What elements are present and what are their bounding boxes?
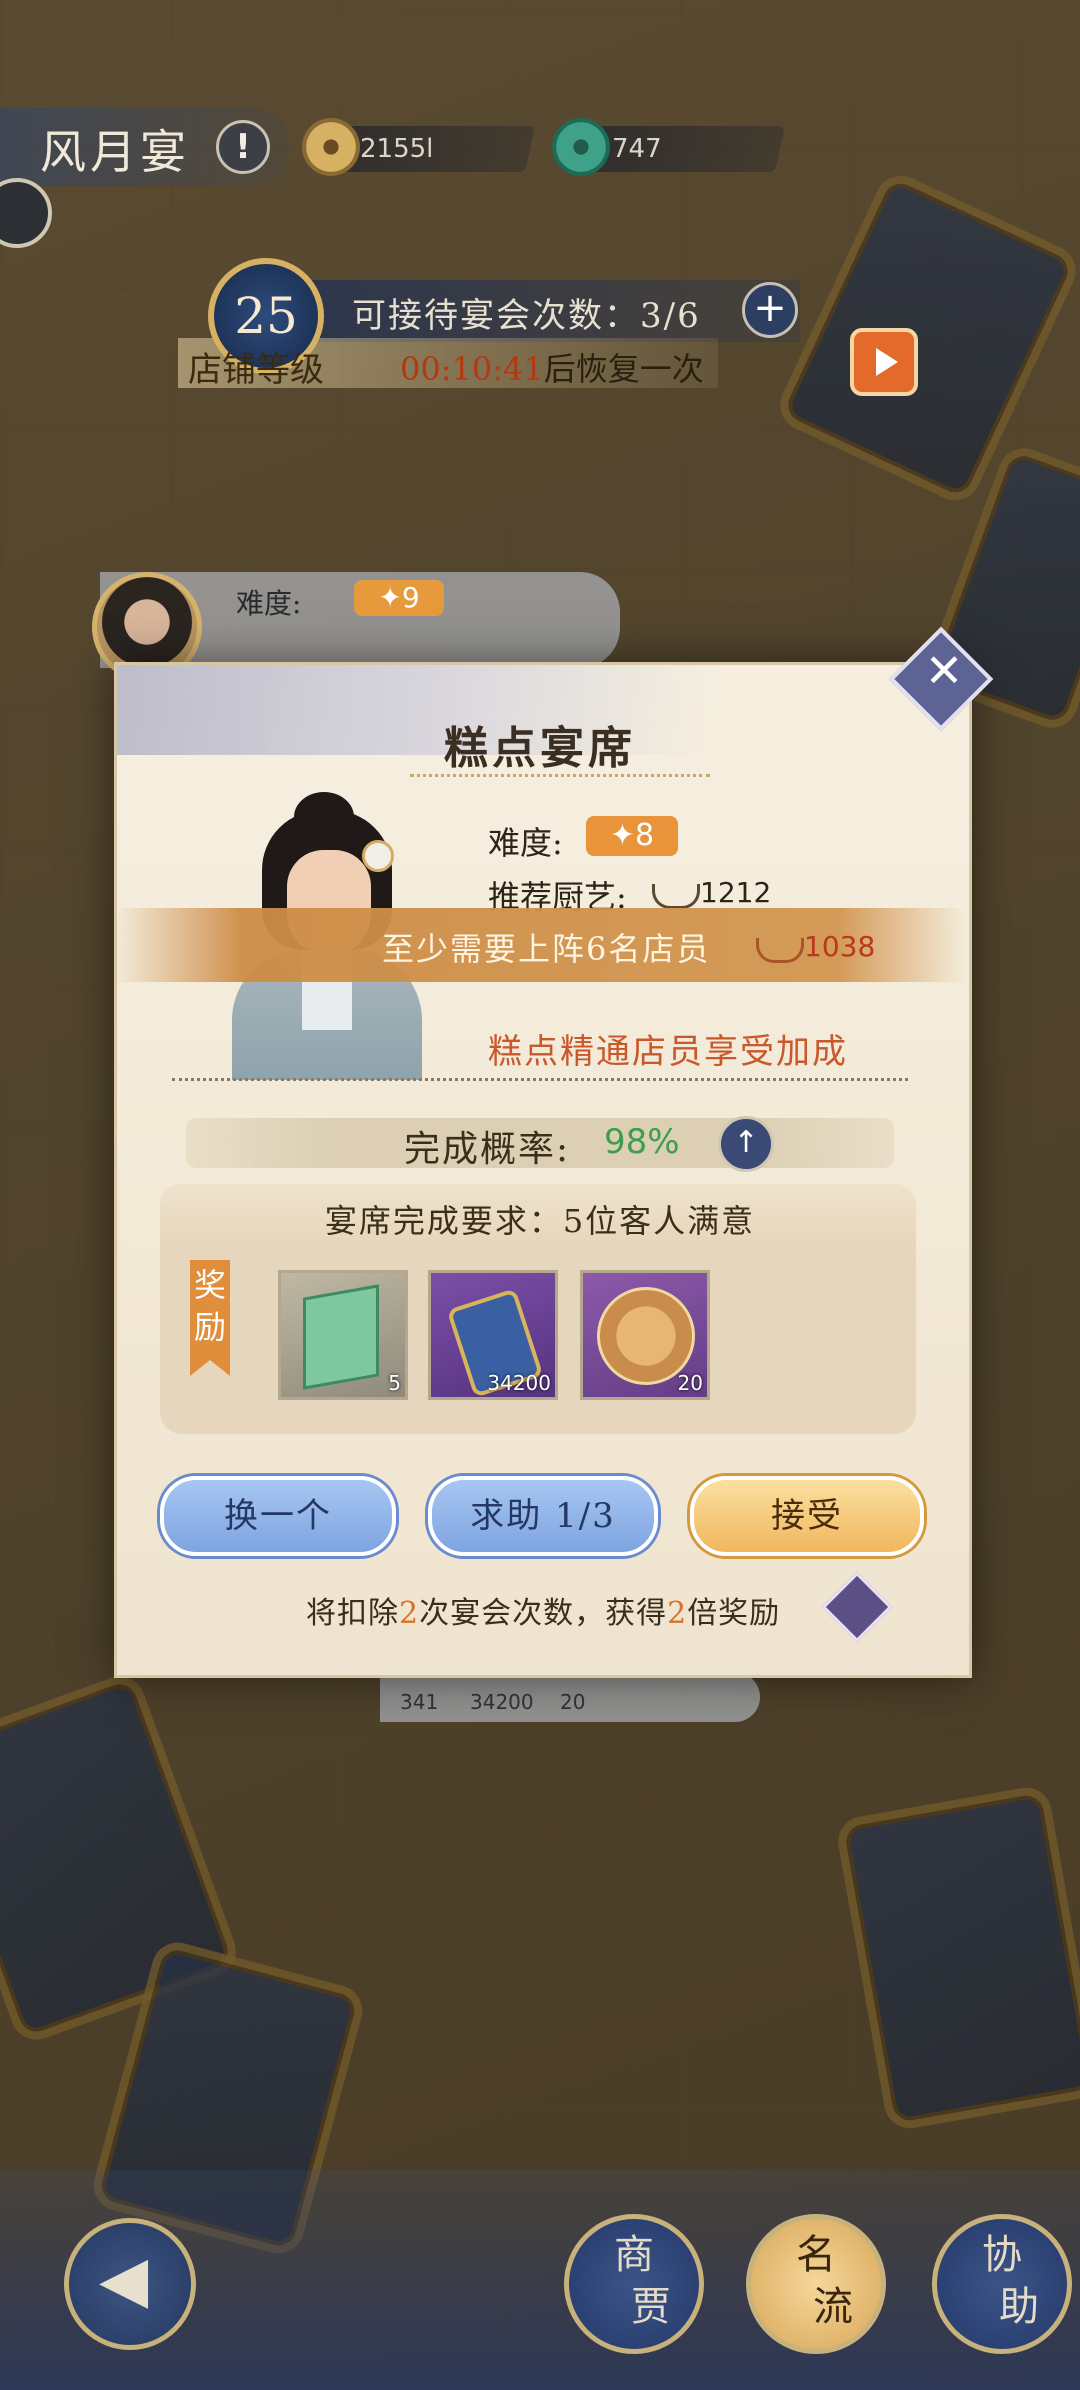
reward-item[interactable]: 34200	[428, 1270, 558, 1400]
jade-icon	[552, 118, 610, 176]
deduct-count: 2	[399, 1596, 420, 1631]
info-icon[interactable]: !	[216, 120, 270, 174]
staff-requirement-text: 至少需要上阵6名店员	[382, 930, 711, 968]
current-skill-value: 1038	[804, 930, 876, 963]
order-item-count: 34200	[470, 1690, 534, 1714]
difficulty-badge: ✦8	[586, 816, 678, 856]
page-title: 风月宴	[40, 125, 190, 179]
cooking-pot-icon	[652, 884, 700, 909]
order-item-count: 341	[400, 1690, 439, 1714]
requirement-text: 宴席完成要求：5位客人满意	[324, 1202, 756, 1240]
nav-assist[interactable]: 协 助	[932, 2214, 1072, 2354]
reward-item[interactable]: 5	[278, 1270, 408, 1400]
coin-icon	[302, 118, 360, 176]
nav-celebrity[interactable]: 名 流	[746, 2214, 886, 2354]
reward-count: 34200	[487, 1371, 551, 1395]
back-button[interactable]: ◀	[64, 2218, 196, 2350]
title-divider	[410, 774, 710, 781]
deduct-notice: 将扣除2次宴会次数，获得2倍奖励	[306, 1588, 780, 1632]
add-count-button[interactable]: +	[742, 282, 798, 338]
boost-up-icon[interactable]: ↑	[718, 1116, 774, 1172]
change-button[interactable]: 换一个	[160, 1476, 396, 1556]
close-icon: ✕	[924, 643, 964, 698]
top-bar: 风月宴 ! 2155l 747	[0, 108, 1080, 188]
nav-celebrity-char1: 名	[796, 2232, 836, 2278]
difficulty-label: 难度:	[488, 824, 563, 862]
nav-merchant-char2: 贾	[631, 2284, 671, 2330]
nav-merchant-char1: 商	[614, 2232, 654, 2278]
order-difficulty-badge: ✦9	[354, 580, 444, 616]
shop-level-label: 店铺等级	[188, 350, 324, 390]
deduct-suffix: 倍奖励	[687, 1596, 781, 1631]
nav-merchant[interactable]: 商 贾	[564, 2214, 704, 2354]
order-item-count: 20	[560, 1690, 586, 1714]
probability-value: 98%	[604, 1122, 680, 1162]
recover-time: 00:10:41	[400, 350, 544, 388]
bonus-text: 糕点精通店员享受加成	[488, 1032, 848, 1072]
recover-text: 00:10:41后恢复一次	[400, 344, 704, 390]
accept-button[interactable]: 接受	[690, 1476, 924, 1556]
banquet-count-text: 可接待宴会次数：3/6	[352, 296, 701, 336]
book-icon	[303, 1284, 379, 1390]
recover-suffix: 后恢复一次	[543, 350, 704, 388]
dialog-title: 糕点宴席	[444, 723, 636, 774]
deduct-mid: 次宴会次数，获得	[419, 1596, 668, 1631]
jade-value: 747	[612, 134, 662, 164]
back-arrow-icon: ◀	[99, 2243, 149, 2317]
video-play-icon[interactable]	[850, 328, 918, 396]
reward-count: 20	[677, 1371, 703, 1395]
nav-celebrity-char2: 流	[813, 2284, 853, 2330]
recommended-skill-value: 1212	[700, 876, 772, 909]
reward-item[interactable]: 20	[580, 1270, 710, 1400]
reward-label: 奖励	[190, 1260, 230, 1376]
section-divider	[172, 1078, 908, 1081]
help-button[interactable]: 求助 1/3	[428, 1476, 658, 1556]
deduct-prefix: 将扣除	[306, 1596, 399, 1631]
hair-flower-icon	[362, 840, 394, 872]
probability-label: 完成概率:	[404, 1129, 571, 1170]
nav-assist-char2: 助	[999, 2284, 1039, 2330]
order-card-rewards: 341 34200 20	[380, 1672, 760, 1722]
nav-assist-char1: 协	[982, 2232, 1022, 2278]
order-difficulty-label: 难度:	[236, 587, 302, 620]
coin-value: 2155l	[360, 134, 434, 164]
reward-count: 5	[388, 1371, 401, 1395]
cooking-pot-icon	[756, 938, 804, 963]
reward-multiplier: 2	[667, 1596, 688, 1631]
